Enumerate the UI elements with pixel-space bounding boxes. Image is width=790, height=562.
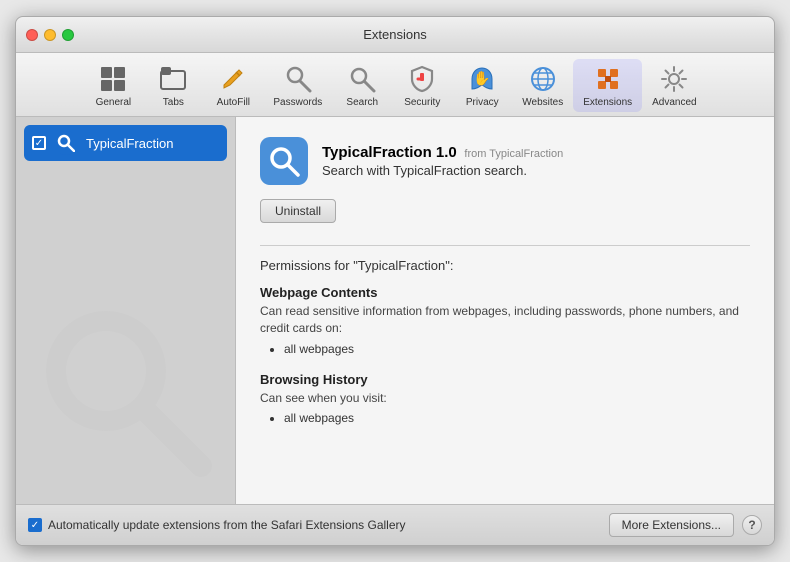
- tabs-label: Tabs: [163, 97, 184, 108]
- general-icon: [97, 63, 129, 95]
- bottom-bar: ✓ Automatically update extensions from t…: [16, 504, 774, 545]
- auto-update-area: ✓ Automatically update extensions from t…: [28, 518, 406, 532]
- permission-name-0: Webpage Contents: [260, 285, 750, 300]
- websites-label: Websites: [522, 97, 563, 108]
- autofill-label: AutoFill: [217, 97, 250, 108]
- advanced-icon: [658, 63, 690, 95]
- toolbar-item-websites[interactable]: Websites: [512, 59, 573, 112]
- more-extensions-button[interactable]: More Extensions...: [609, 513, 734, 537]
- auto-update-checkbox[interactable]: ✓: [28, 518, 42, 532]
- sidebar-ext-icon: [54, 131, 78, 155]
- extension-info: TypicalFraction 1.0 from TypicalFraction…: [322, 144, 563, 178]
- extensions-label: Extensions: [583, 97, 632, 108]
- toolbar: General Tabs AutoFill Passwords Search: [16, 53, 774, 117]
- permission-name-1: Browsing History: [260, 372, 750, 387]
- permission-desc-0: Can read sensitive information from webp…: [260, 303, 750, 337]
- auto-update-label: Automatically update extensions from the…: [48, 518, 406, 532]
- advanced-label: Advanced: [652, 97, 696, 108]
- toolbar-item-privacy[interactable]: ✋ Privacy: [452, 59, 512, 112]
- toolbar-item-passwords[interactable]: Passwords: [263, 59, 332, 112]
- toolbar-item-security[interactable]: Security: [392, 59, 452, 112]
- websites-icon: [527, 63, 559, 95]
- extension-author: from TypicalFraction: [464, 148, 563, 160]
- sidebar-ext-name: TypicalFraction: [86, 136, 173, 151]
- toolbar-item-search[interactable]: Search: [332, 59, 392, 112]
- extension-name: TypicalFraction 1.0: [322, 144, 457, 161]
- extension-checkbox[interactable]: ✓: [32, 136, 46, 150]
- privacy-icon: ✋: [466, 63, 498, 95]
- toolbar-item-autofill[interactable]: AutoFill: [203, 59, 263, 112]
- main-panel: TypicalFraction 1.0 from TypicalFraction…: [236, 117, 774, 504]
- bottom-right-controls: More Extensions... ?: [609, 513, 762, 537]
- uninstall-button[interactable]: Uninstall: [260, 199, 336, 223]
- permission-desc-1: Can see when you visit:: [260, 390, 750, 407]
- general-label: General: [96, 97, 132, 108]
- permission-item-1-0: all webpages: [284, 411, 750, 425]
- extensions-icon: [592, 63, 624, 95]
- svg-text:✋: ✋: [474, 70, 491, 86]
- close-button[interactable]: [26, 29, 38, 41]
- sidebar-item-typicalfraction[interactable]: ✓ TypicalFraction: [24, 125, 227, 161]
- tabs-icon: [157, 63, 189, 95]
- window-title: Extensions: [363, 27, 427, 42]
- permission-browsing-history: Browsing History Can see when you visit:…: [260, 372, 750, 426]
- permission-list-0: all webpages: [260, 342, 750, 356]
- toolbar-item-advanced[interactable]: Advanced: [642, 59, 706, 112]
- divider: [260, 245, 750, 246]
- security-label: Security: [404, 97, 440, 108]
- extension-title-line: TypicalFraction 1.0 from TypicalFraction: [322, 144, 563, 161]
- help-button[interactable]: ?: [742, 515, 762, 535]
- search-label: Search: [346, 97, 378, 108]
- extension-icon: [260, 137, 308, 185]
- search-icon: [346, 63, 378, 95]
- preferences-window: Extensions General Tabs AutoFill Passwo: [15, 16, 775, 546]
- sidebar: ✓ TypicalFraction: [16, 117, 236, 504]
- toolbar-item-general[interactable]: General: [83, 59, 143, 112]
- extension-description: Search with TypicalFraction search.: [322, 163, 563, 178]
- privacy-label: Privacy: [466, 97, 499, 108]
- permissions-heading: Permissions for "TypicalFraction":: [260, 258, 750, 273]
- permission-item-0-0: all webpages: [284, 342, 750, 356]
- permission-webpage-contents: Webpage Contents Can read sensitive info…: [260, 285, 750, 356]
- extension-header: TypicalFraction 1.0 from TypicalFraction…: [260, 137, 750, 185]
- content-area: ✓ TypicalFraction: [16, 117, 774, 504]
- maximize-button[interactable]: [62, 29, 74, 41]
- toolbar-item-tabs[interactable]: Tabs: [143, 59, 203, 112]
- passwords-icon: [282, 63, 314, 95]
- security-icon: [406, 63, 438, 95]
- passwords-label: Passwords: [273, 97, 322, 108]
- window-controls: [26, 29, 74, 41]
- minimize-button[interactable]: [44, 29, 56, 41]
- permission-list-1: all webpages: [260, 411, 750, 425]
- title-bar: Extensions: [16, 17, 774, 53]
- sidebar-watermark: [26, 301, 225, 484]
- autofill-icon: [217, 63, 249, 95]
- toolbar-item-extensions[interactable]: Extensions: [573, 59, 642, 112]
